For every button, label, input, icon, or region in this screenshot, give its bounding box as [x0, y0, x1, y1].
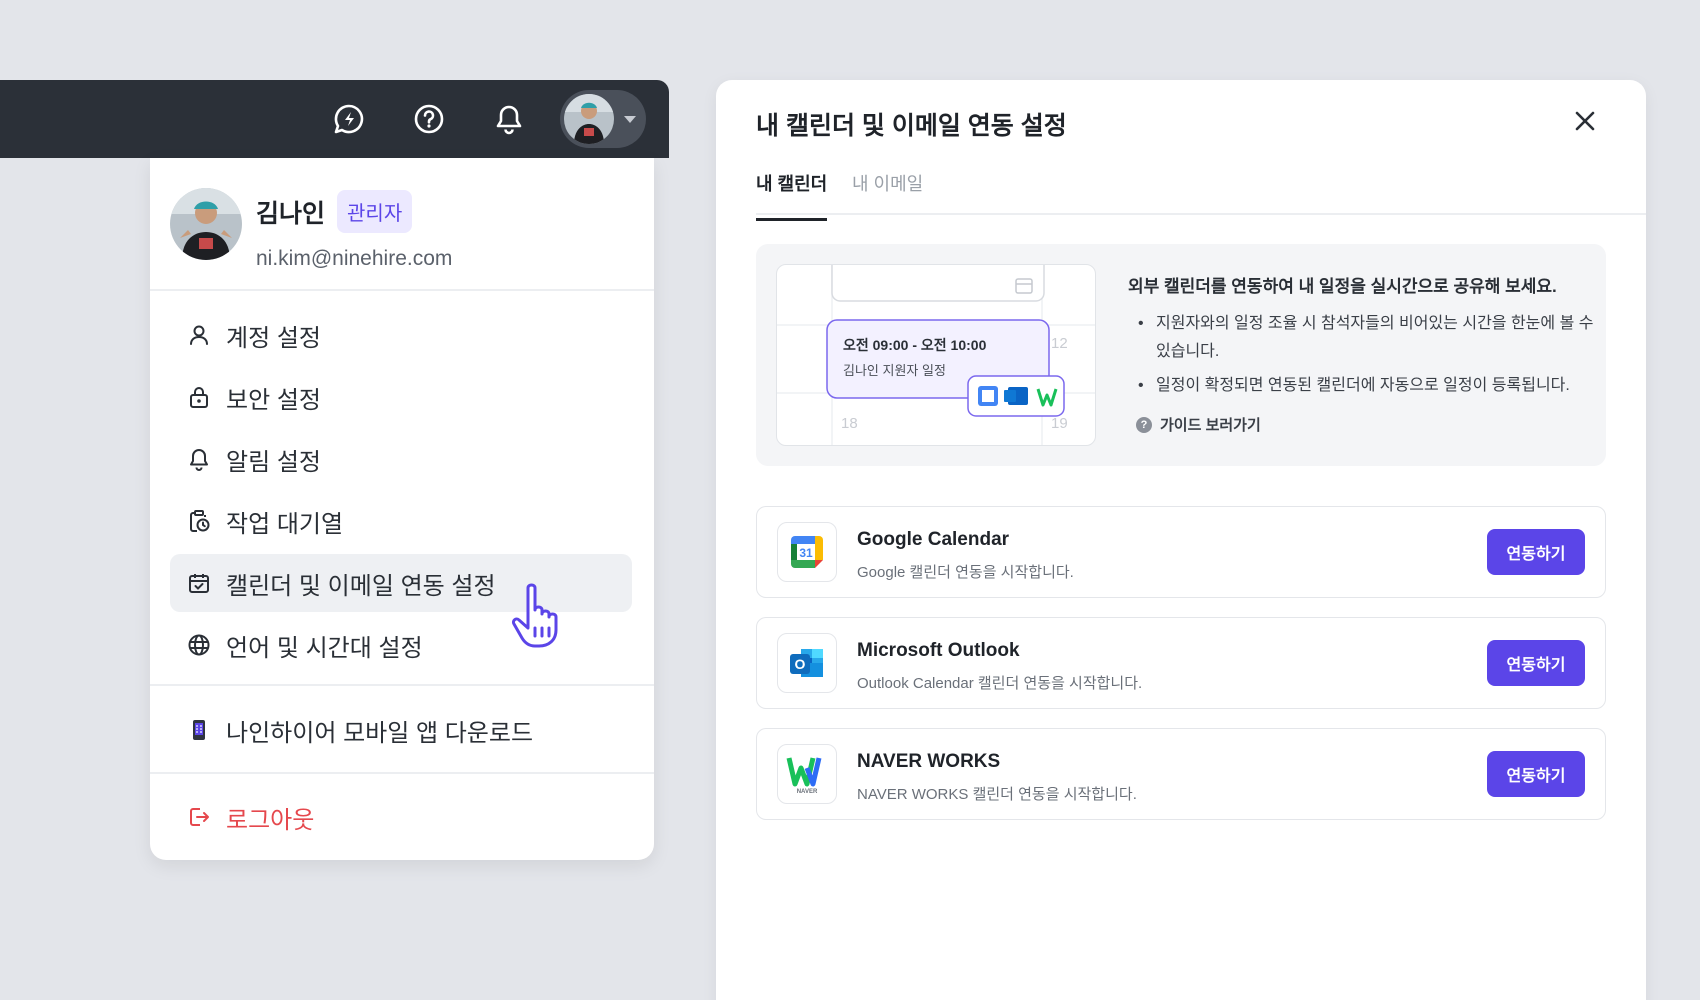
connect-google-calendar-button[interactable]: 연동하기	[1487, 529, 1585, 575]
menu-item-notification-settings[interactable]: 알림 설정	[170, 430, 632, 488]
divider	[756, 213, 1646, 215]
day-label: 19	[1051, 415, 1068, 432]
google-calendar-logo-icon: 31	[777, 522, 837, 582]
guide-link[interactable]: ? 가이드 보러가기	[1136, 414, 1261, 435]
help-icon[interactable]	[410, 100, 448, 138]
outlook-logo-icon: O	[777, 633, 837, 693]
profile-menu-toggle[interactable]	[560, 90, 646, 148]
info-bullet: 일정이 확정되면 연동된 캘린더에 자동으로 일정이 등록됩니다.	[1128, 372, 1598, 400]
day-label: 12	[1051, 335, 1068, 352]
calendar-check-icon	[186, 570, 212, 596]
profile-dropdown-menu: 김나인 관리자 ni.kim@ninehire.com 계정 설정 보안 설정 …	[150, 158, 654, 860]
profile-name: 김나인	[256, 199, 326, 228]
globe-icon	[186, 632, 212, 658]
hand-cursor-icon	[510, 580, 570, 655]
divider	[150, 772, 654, 774]
profile-summary: 김나인 관리자 ni.kim@ninehire.com	[170, 188, 452, 271]
info-title: 외부 캘린더를 연동하여 내 일정을 실시간으로 공유해 보세요.	[1128, 277, 1557, 296]
avatar	[170, 188, 242, 260]
service-description: Outlook Calendar 캘린더 연동을 시작합니다.	[857, 675, 1143, 692]
menu-item-label: 로그아웃	[226, 806, 315, 834]
clipboard-clock-icon	[186, 508, 212, 534]
menu-item-label: 나인하이어 모바일 앱 다운로드	[226, 719, 534, 747]
connect-naver-works-button[interactable]: 연동하기	[1487, 751, 1585, 797]
tab-my-email[interactable]: 내 이메일	[852, 170, 923, 218]
menu-item-mobile-app-download[interactable]: 나인하이어 모바일 앱 다운로드	[170, 701, 632, 759]
avatar	[564, 94, 614, 144]
google-logo-text: 31	[799, 546, 813, 560]
day-label: 18	[841, 415, 858, 432]
question-circle-icon: ?	[1136, 416, 1152, 433]
logout-icon	[186, 804, 212, 830]
guide-link-label: 가이드 보러가기	[1160, 417, 1261, 434]
service-card-microsoft-outlook: O Microsoft Outlook Outlook Calendar 캘린더…	[756, 617, 1606, 709]
menu-item-logout[interactable]: 로그아웃	[170, 788, 632, 846]
close-icon[interactable]	[1570, 106, 1600, 136]
info-bullets: 지원자와의 일정 조율 시 참석자들의 비어있는 시간을 한눈에 볼 수 있습니…	[1128, 310, 1598, 406]
divider	[150, 289, 654, 291]
info-bullet: 지원자와의 일정 조율 시 참석자들의 비어있는 시간을 한눈에 볼 수 있습니…	[1128, 310, 1598, 366]
service-name: Microsoft Outlook	[857, 640, 1020, 661]
top-bar	[0, 80, 669, 158]
service-name: Google Calendar	[857, 529, 1010, 550]
phone-icon	[186, 717, 212, 743]
service-name: NAVER WORKS	[857, 751, 1001, 772]
event-time: 오전 09:00 - 오전 10:00	[843, 337, 987, 353]
menu-item-label: 언어 및 시간대 설정	[226, 634, 423, 662]
outlook-logo-text: O	[795, 656, 806, 672]
chevron-down-icon	[624, 115, 636, 123]
menu-item-label: 작업 대기열	[226, 510, 344, 538]
role-badge: 관리자	[337, 190, 413, 233]
info-box: 오전 09:00 - 오전 10:00 김나인 지원자 일정 12 18 19 …	[756, 244, 1606, 466]
panel-title: 내 캘린더 및 이메일 연동 설정	[756, 112, 1067, 140]
naver-logo-text: NAVER	[797, 789, 818, 795]
menu-item-label: 보안 설정	[226, 386, 321, 414]
divider	[150, 684, 654, 686]
menu-item-account-settings[interactable]: 계정 설정	[170, 306, 632, 364]
service-description: NAVER WORKS 캘린더 연동을 시작합니다.	[857, 786, 1137, 803]
notification-bell-icon[interactable]	[490, 100, 528, 138]
calendar-email-settings-panel: 내 캘린더 및 이메일 연동 설정 내 캘린더 내 이메일 오전 09:00 -…	[716, 80, 1646, 1000]
event-name: 김나인 지원자 일정	[843, 363, 946, 378]
google-calendar-mini-icon	[978, 386, 998, 406]
user-icon	[186, 322, 212, 348]
connect-microsoft-outlook-button[interactable]: 연동하기	[1487, 640, 1585, 686]
service-description: Google 캘린더 연동을 시작합니다.	[857, 564, 1074, 581]
menu-item-label: 알림 설정	[226, 448, 321, 476]
service-card-google-calendar: 31 Google Calendar Google 캘린더 연동을 시작합니다.…	[756, 506, 1606, 598]
menu-item-label: 캘린더 및 이메일 연동 설정	[226, 572, 496, 600]
naver-works-logo-icon: NAVER	[777, 744, 837, 804]
menu-item-security-settings[interactable]: 보안 설정	[170, 368, 632, 426]
chat-icon[interactable]	[330, 100, 368, 138]
menu-item-job-queue[interactable]: 작업 대기열	[170, 492, 632, 550]
profile-email: ni.kim@ninehire.com	[256, 247, 453, 270]
menu-item-label: 계정 설정	[226, 324, 321, 352]
bell-icon	[186, 446, 212, 472]
calendar-illustration: 오전 09:00 - 오전 10:00 김나인 지원자 일정 12 18 19	[776, 264, 1096, 446]
lock-icon	[186, 384, 212, 410]
service-card-naver-works: NAVER NAVER WORKS NAVER WORKS 캘린더 연동을 시작…	[756, 728, 1606, 820]
